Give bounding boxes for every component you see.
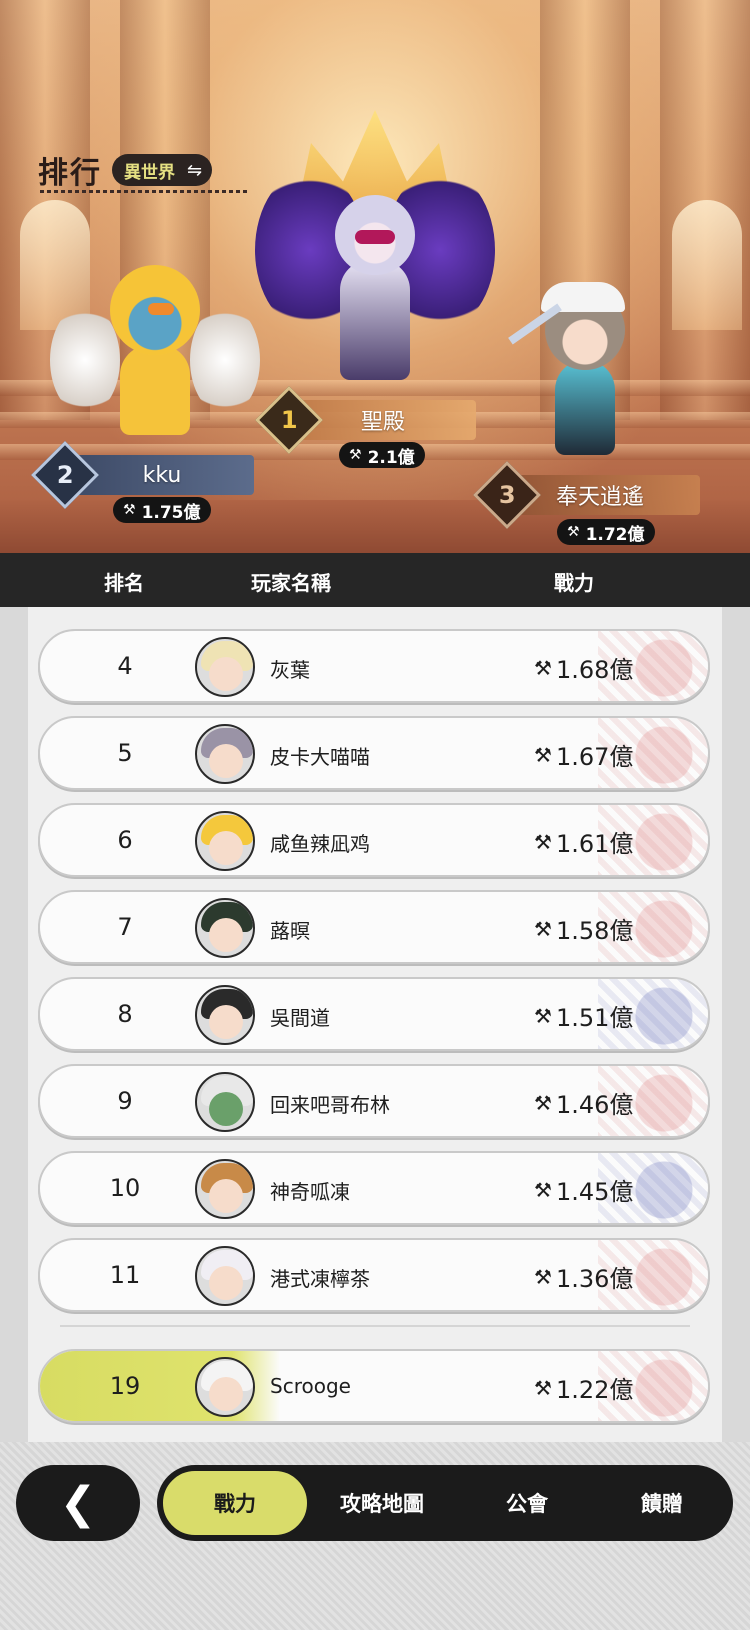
power-icon: ⚒ — [534, 1090, 552, 1115]
power-icon: ⚒ — [567, 524, 580, 540]
rank-2-character[interactable] — [50, 245, 260, 455]
podium-banner: 排行 異世界 ⇋ 聖殿 1 ⚒ 2.1億 kku 2 ⚒ 1.75億 奉天逍遙 … — [0, 0, 750, 553]
power-icon: ⚒ — [534, 1264, 552, 1289]
table-row[interactable]: 7 蕗暝 ⚒ 1.58億 — [38, 890, 710, 964]
player-power: ⚒ 1.67億 — [534, 742, 634, 772]
power-icon: ⚒ — [349, 447, 362, 463]
player-name: 咸鱼辣凪鸡 — [270, 832, 370, 856]
avatar[interactable] — [195, 1159, 255, 1219]
title-underline — [40, 190, 250, 193]
rank-2-name: kku — [142, 462, 182, 488]
rank-2-power: ⚒ 1.75億 — [113, 497, 211, 523]
list-divider — [60, 1325, 690, 1327]
power-column-header: 戰力 — [554, 571, 594, 595]
rank-3-power: ⚒ 1.72億 — [557, 519, 655, 545]
avatar[interactable] — [195, 724, 255, 784]
player-name: 神奇呱凍 — [270, 1180, 350, 1204]
page-title: 排行 — [38, 156, 102, 191]
player-name: 蕗暝 — [270, 919, 310, 943]
player-power: ⚒ 1.22億 — [534, 1375, 634, 1405]
power-icon: ⚒ — [534, 829, 552, 854]
tab-gift[interactable]: 饋贈 — [597, 1465, 727, 1541]
avatar[interactable] — [195, 1072, 255, 1132]
row-rank: 5 — [117, 739, 133, 767]
avatar[interactable] — [195, 898, 255, 958]
player-name: Scrooge — [270, 1374, 351, 1398]
tab-strategy-map[interactable]: 攻略地圖 — [305, 1465, 459, 1541]
rank-column-header: 排名 — [104, 571, 144, 595]
player-name: 皮卡大喵喵 — [270, 745, 370, 769]
row-rank: 6 — [117, 826, 133, 854]
tab-guild[interactable]: 公會 — [457, 1465, 597, 1541]
power-icon: ⚒ — [534, 742, 552, 767]
power-icon: ⚒ — [534, 1177, 552, 1202]
table-row[interactable]: 5 皮卡大喵喵 ⚒ 1.67億 — [38, 716, 710, 790]
table-row[interactable]: 8 吳間道 ⚒ 1.51億 — [38, 977, 710, 1051]
row-rank: 19 — [109, 1372, 141, 1400]
rank-3-name: 奉天逍遙 — [555, 485, 644, 510]
avatar[interactable] — [195, 1246, 255, 1306]
power-icon: ⚒ — [534, 655, 552, 680]
avatar[interactable] — [195, 985, 255, 1045]
table-header: 排名 玩家名稱 戰力 — [0, 553, 750, 607]
table-row[interactable]: 11 港式凍檸茶 ⚒ 1.36億 — [38, 1238, 710, 1312]
world-label: 異世界 — [124, 162, 175, 183]
table-row[interactable]: 9 回来吧哥布林 ⚒ 1.46億 — [38, 1064, 710, 1138]
row-rank: 8 — [117, 1000, 133, 1028]
rank-1-character[interactable] — [255, 150, 495, 390]
player-power: ⚒ 1.58億 — [534, 916, 634, 946]
player-power: ⚒ 1.36億 — [534, 1264, 634, 1294]
player-column-header: 玩家名稱 — [251, 571, 331, 595]
player-power: ⚒ 1.68億 — [534, 655, 634, 685]
player-power: ⚒ 1.46億 — [534, 1090, 634, 1120]
background-window — [672, 200, 742, 330]
row-rank: 4 — [117, 652, 133, 680]
player-name: 港式凍檸茶 — [270, 1267, 370, 1291]
row-rank: 9 — [117, 1087, 133, 1115]
back-arrow-icon: ❮ — [59, 1477, 97, 1529]
power-icon: ⚒ — [534, 1375, 552, 1400]
power-icon: ⚒ — [123, 502, 136, 518]
rank-3-character[interactable] — [505, 280, 665, 470]
power-icon: ⚒ — [534, 916, 552, 941]
table-row[interactable]: 10 神奇呱凍 ⚒ 1.45億 — [38, 1151, 710, 1225]
back-button[interactable]: ❮ — [16, 1465, 140, 1541]
player-power: ⚒ 1.61億 — [534, 829, 634, 859]
row-rank: 10 — [109, 1174, 141, 1202]
player-power: ⚒ 1.51億 — [534, 1003, 634, 1033]
table-row[interactable]: 6 咸鱼辣凪鸡 ⚒ 1.61億 — [38, 803, 710, 877]
row-rank: 11 — [109, 1261, 141, 1289]
avatar[interactable] — [195, 637, 255, 697]
tab-bar: 戰力 攻略地圖 公會 饋贈 — [157, 1465, 733, 1541]
power-icon: ⚒ — [534, 1003, 552, 1028]
player-power: ⚒ 1.45億 — [534, 1177, 634, 1207]
player-name: 灰葉 — [270, 658, 310, 682]
world-switch-button[interactable]: 異世界 ⇋ — [112, 154, 213, 186]
rank-1-name: 聖殿 — [360, 410, 405, 435]
row-rank: 7 — [117, 913, 133, 941]
my-rank-row[interactable]: 19 Scrooge ⚒ 1.22億 — [38, 1349, 710, 1423]
rank-1-power: ⚒ 2.1億 — [339, 442, 425, 468]
player-name: 吳間道 — [270, 1006, 330, 1030]
swap-icon: ⇋ — [187, 159, 203, 181]
player-name: 回来吧哥布林 — [270, 1093, 390, 1117]
tab-power[interactable]: 戰力 — [160, 1468, 310, 1538]
table-row[interactable]: 4 灰葉 ⚒ 1.68億 — [38, 629, 710, 703]
avatar[interactable] — [195, 811, 255, 871]
avatar[interactable] — [195, 1357, 255, 1417]
